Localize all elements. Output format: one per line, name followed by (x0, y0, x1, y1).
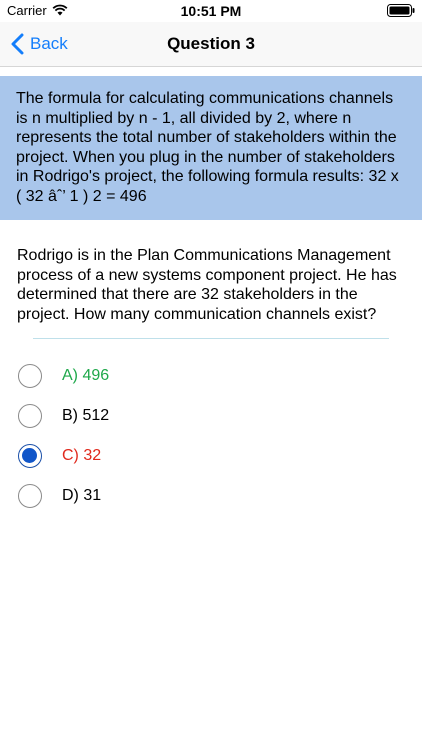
radio-icon[interactable] (18, 404, 42, 428)
battery-icon (387, 4, 415, 17)
status-bar: Carrier 10:51 PM (0, 0, 422, 22)
explanation-panel: The formula for calculating communicatio… (0, 76, 422, 220)
page-title: Question 3 (167, 34, 255, 53)
option-d[interactable]: D) 31 (18, 482, 398, 510)
question-text: Rodrigo is in the Plan Communications Ma… (17, 247, 397, 323)
option-b-label: B) 512 (62, 407, 110, 424)
option-c-label: C) 32 (62, 447, 102, 464)
option-a[interactable]: A) 496 (18, 362, 398, 390)
clock: 10:51 PM (180, 3, 242, 19)
radio-icon[interactable] (18, 484, 42, 508)
option-a-label: A) 496 (62, 367, 110, 384)
divider (33, 338, 389, 339)
navigation-bar: Back Question 3 (0, 22, 422, 67)
explanation-text: The formula for calculating communicatio… (16, 90, 399, 205)
radio-icon[interactable] (18, 364, 42, 388)
answer-options: A) 496 B) 512 C) 32 D) 31 (18, 362, 398, 522)
option-b[interactable]: B) 512 (18, 402, 398, 430)
radio-icon[interactable] (18, 444, 42, 468)
option-c[interactable]: C) 32 (18, 442, 398, 470)
option-d-label: D) 31 (62, 487, 102, 504)
